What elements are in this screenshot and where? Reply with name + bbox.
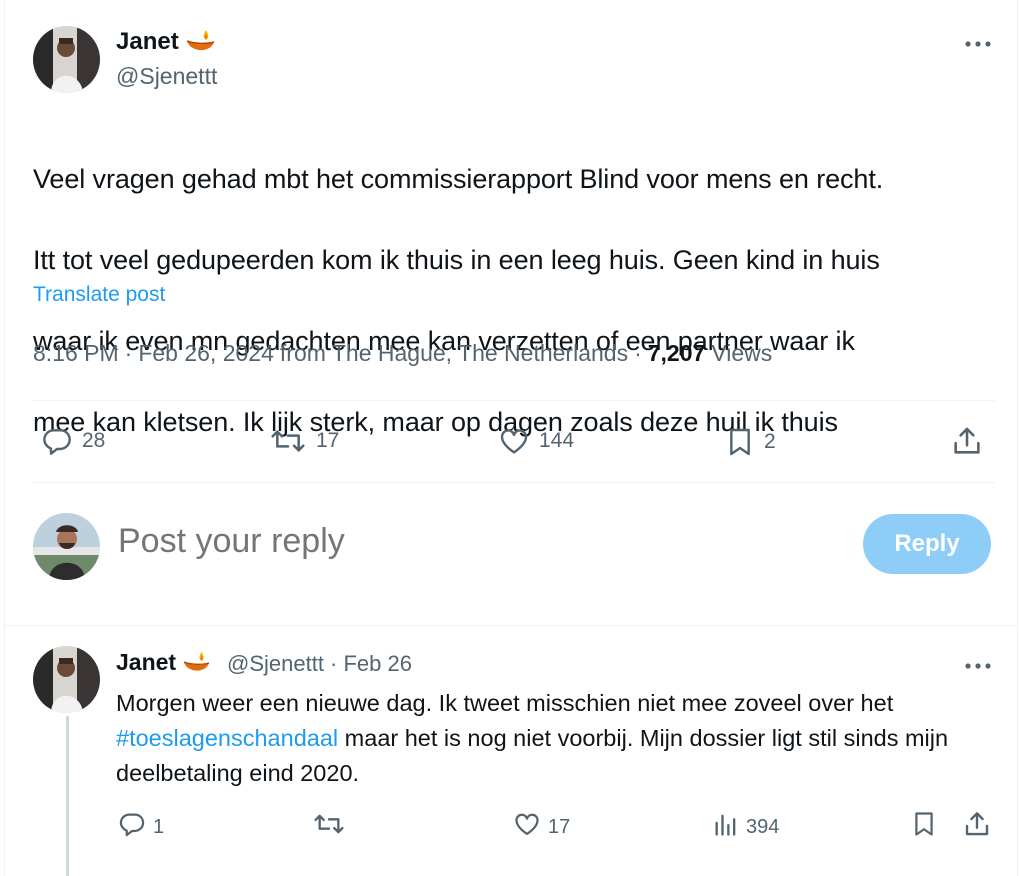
post-text-line: Itt tot veel gedupeerden kom ik thuis in… [33, 244, 880, 275]
thread-connector-line [66, 716, 69, 876]
reply-author-avatar[interactable] [33, 646, 100, 713]
diya-lamp-icon [185, 28, 215, 56]
post-metadata: 8:16 PM · Feb 26, 2024 from The Hague, T… [33, 340, 772, 367]
repost-action-button[interactable]: 17 [268, 425, 339, 457]
divider [33, 482, 995, 483]
frame-border-right [1017, 0, 1018, 876]
reply-text-part: Morgen weer een nieuwe dag. Ik tweet mis… [116, 690, 894, 716]
share-action-button[interactable] [950, 424, 984, 458]
author-name[interactable]: Janet [116, 28, 215, 56]
like-count: 144 [539, 429, 575, 452]
repost-arrows-icon [268, 425, 308, 457]
post-detail-page: Janet @Sjenettt Veel vragen gehad mbt he… [0, 0, 1020, 876]
reply-reply-count: 1 [153, 815, 165, 838]
reply-author-name-text[interactable]: Janet [116, 649, 176, 676]
reply-views-button[interactable]: 394 [712, 810, 779, 844]
more-horizontal-icon[interactable] [962, 654, 994, 678]
post-text-line: Veel vragen gehad mbt het commissierappo… [33, 163, 884, 194]
post-date[interactable]: Feb 26, 2024 [138, 340, 274, 367]
share-upload-icon [950, 424, 984, 458]
reply-author-name[interactable]: Janet [116, 649, 210, 676]
like-action-button[interactable]: 144 [497, 425, 574, 457]
reply-bubble-icon [117, 810, 147, 844]
views-count: 7,207 [647, 340, 706, 366]
diya-lamp-icon [182, 650, 210, 676]
reply-input[interactable] [118, 522, 818, 561]
current-user-avatar[interactable] [33, 513, 100, 580]
reply-button[interactable]: Reply [863, 514, 991, 574]
reply-bookmark-button[interactable] [910, 809, 938, 845]
bar-chart-icon [712, 810, 740, 844]
bookmark-count: 2 [764, 430, 776, 453]
heart-icon [497, 425, 531, 457]
bookmark-icon [910, 809, 938, 845]
section-divider [4, 625, 1018, 626]
reply-bubble-icon [40, 425, 74, 457]
bookmark-action-button[interactable]: 2 [724, 425, 776, 459]
bookmark-icon [724, 425, 756, 459]
post-time[interactable]: 8:16 PM [33, 340, 119, 367]
author-avatar[interactable] [33, 26, 100, 93]
views-label: Views [711, 340, 773, 366]
share-upload-icon [962, 809, 992, 845]
reply-handle-and-date[interactable]: @Sjenettt · Feb 26 [227, 651, 412, 677]
reply-repost-button[interactable] [312, 810, 346, 844]
reply-share-button[interactable] [962, 809, 992, 845]
divider [33, 400, 995, 401]
repost-arrows-icon [312, 810, 346, 844]
frame-border-left [4, 0, 5, 876]
hashtag-link[interactable]: #toeslagenschandaal [116, 725, 338, 751]
meta-separator: · [124, 340, 133, 366]
reply-like-count: 17 [548, 815, 571, 838]
reply-count: 28 [82, 429, 106, 452]
reply-text: Morgen weer een nieuwe dag. Ik tweet mis… [116, 686, 1006, 791]
reply-action-button[interactable]: 28 [40, 425, 105, 457]
author-handle[interactable]: @Sjenettt [116, 63, 217, 90]
repost-count: 17 [316, 429, 340, 452]
author-name-text[interactable]: Janet [116, 28, 179, 56]
reply-views-count: 394 [746, 815, 780, 838]
post-location: from The Hague, The Netherlands [279, 340, 629, 366]
heart-icon [512, 810, 542, 844]
reply-like-button[interactable]: 17 [512, 810, 570, 844]
translate-post-link[interactable]: Translate post [33, 283, 165, 307]
meta-separator: · [634, 340, 642, 366]
more-horizontal-icon[interactable] [962, 32, 994, 56]
reply-reply-button[interactable]: 1 [117, 810, 164, 844]
